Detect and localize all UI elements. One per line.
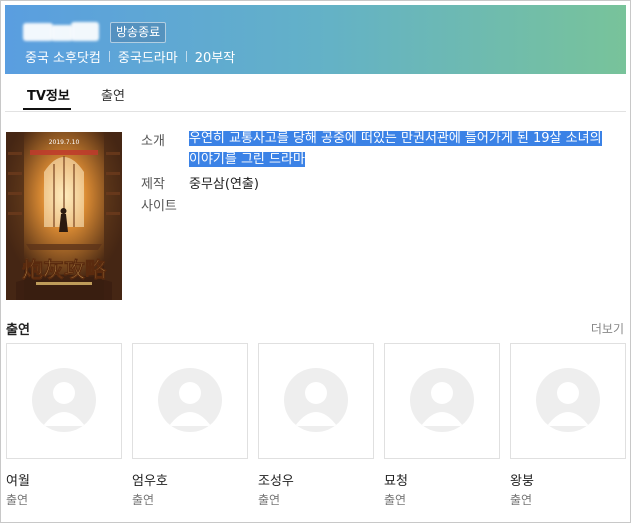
status-badge: 방송종료 <box>110 22 167 43</box>
cast-section-title: 출연 <box>6 323 30 338</box>
redacted-title <box>23 21 101 43</box>
meta-divider <box>108 50 110 62</box>
cast-role: 출연 <box>132 493 155 507</box>
cast-name[interactable]: 여월 <box>6 470 30 489</box>
cast-role: 출연 <box>510 493 533 507</box>
production-role: (연출) <box>224 177 259 192</box>
intro-line: 이야기를 그린 드라마 <box>189 152 305 167</box>
active-tab-indicator <box>23 108 71 110</box>
production-director-link[interactable]: 중무삼 <box>189 177 225 192</box>
cast-card[interactable] <box>6 343 122 459</box>
tab-bar: TV정보 출연 <box>5 74 626 112</box>
avatar-placeholder-icon <box>536 368 600 432</box>
cast-name[interactable]: 조성우 <box>258 470 294 489</box>
intro-text: 우연히 교통사고를 당해 공중에 떠있는 만권서관에 들어가게 된 19살 소녀… <box>189 128 609 170</box>
production-value: 중무삼(연출) <box>189 173 259 192</box>
cast-card[interactable] <box>384 343 500 459</box>
cast-name[interactable]: 묘청 <box>384 470 408 489</box>
poster-date-text: 2019.7.10 <box>49 139 80 146</box>
cast-role: 출연 <box>258 493 281 507</box>
meta-network: 중국 소후닷컴 <box>25 50 101 66</box>
avatar-placeholder-icon <box>158 368 222 432</box>
intro-line: 우연히 교통사고를 당해 공중에 떠있는 만권서관에 들어가게 된 19살 소녀… <box>189 131 602 146</box>
meta-genre: 중국드라마 <box>117 50 178 66</box>
avatar-placeholder-icon <box>410 368 474 432</box>
intro-label: 소개 <box>141 134 165 149</box>
tab-tv-info[interactable]: TV정보 <box>27 85 70 104</box>
tv-info-panel: 방송종료 중국 소후닷컴 중국드라마 20부작 TV정보 출연 2019.7.1… <box>0 0 631 523</box>
cast-name[interactable]: 왕붕 <box>510 470 534 489</box>
poster-image[interactable]: 2019.7.10 炮灰攻略 <box>6 132 122 300</box>
tab-cast[interactable]: 출연 <box>101 85 125 104</box>
cast-card[interactable] <box>258 343 374 459</box>
avatar-placeholder-icon <box>284 368 348 432</box>
cast-card[interactable] <box>510 343 626 459</box>
header-banner: 방송종료 중국 소후닷컴 중국드라마 20부작 <box>5 5 626 74</box>
poster-title-text: 炮灰攻略 <box>22 258 107 282</box>
meta-row: 중국 소후닷컴 중국드라마 20부작 <box>25 47 236 66</box>
cast-card[interactable] <box>132 343 248 459</box>
site-label: 사이트 <box>141 199 177 214</box>
production-label: 제작 <box>141 177 165 192</box>
cast-more-link[interactable]: 더보기 <box>591 320 624 337</box>
meta-episodes: 20부작 <box>194 50 236 66</box>
cast-role: 출연 <box>6 493 29 507</box>
cast-role: 출연 <box>384 493 407 507</box>
avatar-placeholder-icon <box>32 368 96 432</box>
meta-divider <box>185 50 187 62</box>
cast-name[interactable]: 엄우호 <box>132 470 168 489</box>
